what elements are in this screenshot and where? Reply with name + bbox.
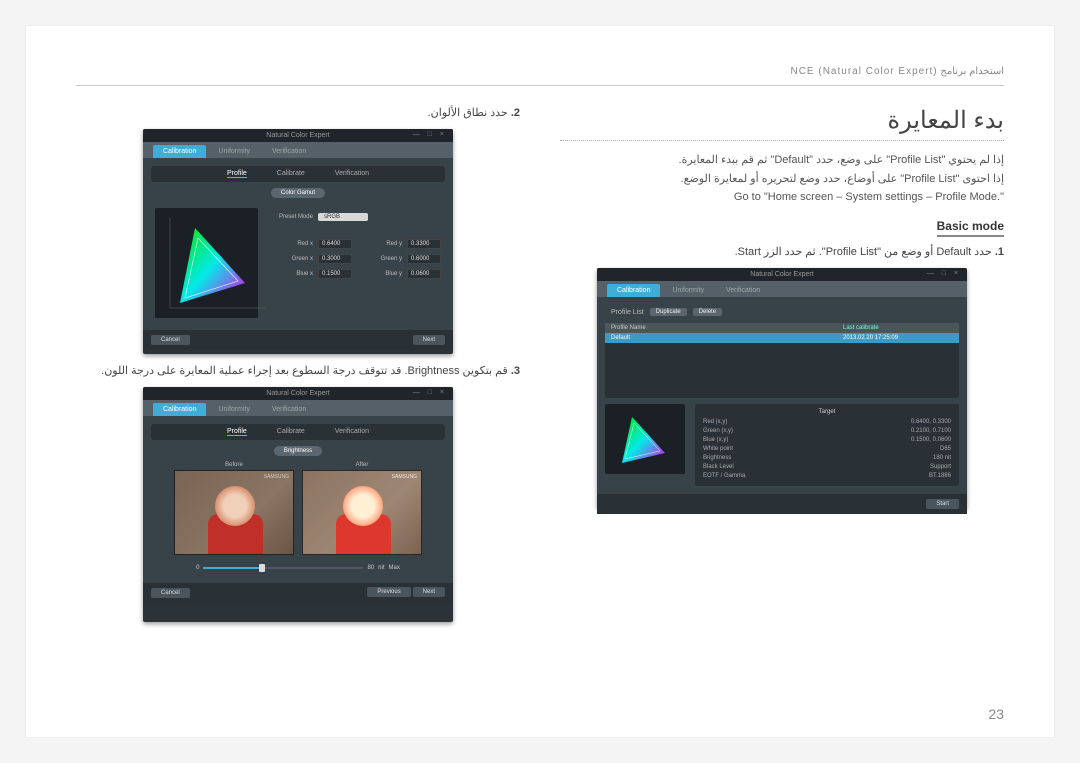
cancel-button[interactable]: Cancel: [151, 335, 190, 345]
tab-verification[interactable]: Verification: [716, 284, 770, 297]
delete-button[interactable]: Delete: [693, 308, 722, 316]
start-button[interactable]: Start: [926, 499, 959, 509]
subtab-verification[interactable]: Verification: [335, 428, 369, 436]
step-1: 1. حدد Default أو وضع من "Profile List".…: [560, 245, 1004, 258]
blue-x-label: Blue x: [268, 271, 313, 277]
table-row[interactable]: Default 2013.02.20 17:25:09: [605, 333, 959, 343]
tab-calibration[interactable]: Calibration: [153, 145, 206, 158]
pill-color-gamut: Color Gamut: [271, 188, 325, 198]
brightness-slider[interactable]: [203, 567, 363, 569]
app-brightness: Natural Color Expert — □ × Calibration U…: [143, 387, 453, 622]
window-controls[interactable]: — □ ×: [413, 131, 447, 138]
cancel-button[interactable]: Cancel: [151, 588, 190, 598]
window-title: Natural Color Expert — □ ×: [143, 129, 453, 142]
intro-text: إذا لم يحتوي "Profile List" على وضع، حدد…: [560, 151, 1004, 207]
header-breadcrumb: استخدام برنامج NCE (Natural Color Expert…: [76, 66, 1004, 86]
tab-calibration[interactable]: Calibration: [607, 284, 660, 297]
tab-uniformity[interactable]: Uniformity: [208, 403, 260, 416]
before-image: SAMSUNG: [174, 470, 294, 555]
subtab-profile[interactable]: Profile: [227, 428, 247, 436]
sub-tabs: Profile Calibrate Verification: [151, 166, 445, 182]
green-x-label: Green x: [268, 256, 313, 262]
page-number: 23: [988, 706, 1004, 722]
tab-uniformity[interactable]: Uniformity: [208, 145, 260, 158]
subtab-verification[interactable]: Verification: [335, 170, 369, 178]
next-button[interactable]: Next: [413, 335, 445, 345]
window-controls[interactable]: — □ ×: [927, 270, 961, 277]
step-2: 2. حدد نطاق الألوان.: [76, 106, 520, 119]
previous-button[interactable]: Previous: [367, 587, 410, 597]
section-title: بدء المعايرة: [560, 106, 1004, 141]
window-title: Natural Color Expert — □ ×: [143, 387, 453, 400]
tab-calibration[interactable]: Calibration: [153, 403, 206, 416]
blue-y-input[interactable]: 0.0600: [407, 269, 441, 279]
col-last-calibrate: Last calibrate: [843, 325, 953, 331]
tab-verification[interactable]: Verification: [262, 145, 316, 158]
gamut-thumb: [605, 404, 685, 474]
green-y-input[interactable]: 0.6000: [407, 254, 441, 264]
blue-x-input[interactable]: 0.1500: [318, 269, 352, 279]
red-x-input[interactable]: 0.6400: [318, 239, 352, 249]
preset-label: Preset Mode: [268, 214, 313, 220]
subtab-profile[interactable]: Profile: [227, 170, 247, 178]
green-x-input[interactable]: 0.3000: [318, 254, 352, 264]
basic-mode-heading: Basic mode: [937, 219, 1004, 237]
app-profile-list: Natural Color Expert — □ × Calibration U…: [597, 268, 967, 508]
brightness-slider-row: 0 80 nit Max: [151, 565, 445, 571]
red-x-label: Red x: [268, 241, 313, 247]
profile-table: Profile Name Last calibrate Default 2013…: [605, 323, 959, 398]
red-y-input[interactable]: 0.3300: [407, 239, 441, 249]
main-tabs: Calibration Uniformity Verification: [597, 281, 967, 297]
tab-verification[interactable]: Verification: [262, 403, 316, 416]
blue-y-label: Blue y: [357, 271, 402, 277]
pill-brightness: Brightness: [274, 446, 322, 456]
brightness-value: 80: [367, 565, 374, 571]
window-controls[interactable]: — □ ×: [413, 389, 447, 396]
main-tabs: Calibration Uniformity Verification: [143, 142, 453, 158]
subtab-calibrate[interactable]: Calibrate: [277, 170, 305, 178]
duplicate-button[interactable]: Duplicate: [650, 308, 687, 316]
green-y-label: Green y: [357, 256, 402, 262]
next-button[interactable]: Next: [413, 587, 445, 597]
window-title: Natural Color Expert — □ ×: [597, 268, 967, 281]
col-profile-name: Profile Name: [611, 325, 843, 331]
preset-select[interactable]: sRGB: [318, 213, 368, 221]
sub-tabs: Profile Calibrate Verification: [151, 424, 445, 440]
profile-list-label: Profile List: [611, 309, 644, 316]
step-3: 3. قم بتكوين Brightness. قد تتوقف درجة ا…: [76, 364, 520, 377]
before-label: Before: [174, 462, 294, 468]
red-y-label: Red y: [357, 241, 402, 247]
target-panel: Target Red (x,y)0.6400, 0.3300 Green (x,…: [695, 404, 959, 486]
app-color-gamut: Natural Color Expert — □ × Calibration U…: [143, 129, 453, 354]
subtab-calibrate[interactable]: Calibrate: [277, 428, 305, 436]
tab-uniformity[interactable]: Uniformity: [662, 284, 714, 297]
after-image: SAMSUNG: [302, 470, 422, 555]
after-label: After: [302, 462, 422, 468]
gamut-chart: [155, 208, 258, 318]
main-tabs: Calibration Uniformity Verification: [143, 400, 453, 416]
